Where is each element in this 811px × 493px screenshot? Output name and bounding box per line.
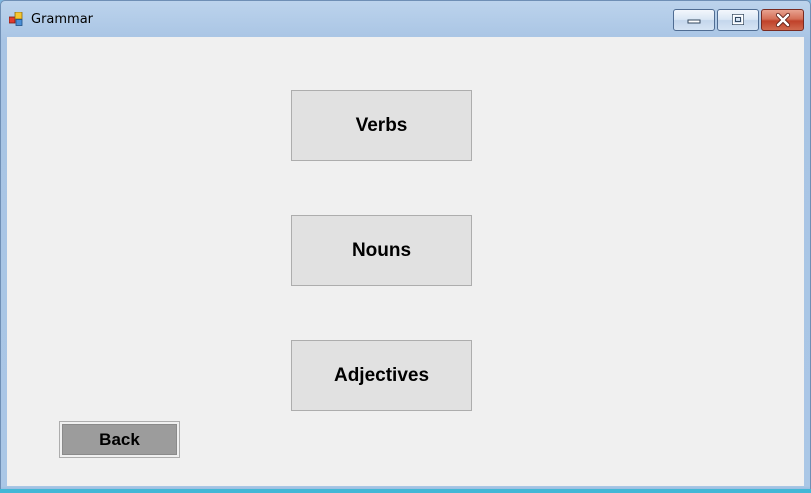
minimize-button[interactable] (673, 9, 715, 31)
nouns-button[interactable]: Nouns (291, 215, 472, 286)
grammar-window: Grammar Verbs Nouns Adjectives Back (0, 0, 811, 493)
maximize-button[interactable] (717, 9, 759, 31)
taskbar-strip (0, 489, 811, 493)
back-button[interactable]: Back (59, 421, 180, 458)
close-button[interactable] (761, 9, 804, 31)
window-title: Grammar (31, 12, 94, 27)
adjectives-button[interactable]: Adjectives (291, 340, 472, 411)
verbs-button[interactable]: Verbs (291, 90, 472, 161)
back-button-label: Back (62, 424, 177, 455)
maximize-icon (732, 14, 744, 25)
close-icon (775, 12, 790, 28)
client-area: Verbs Nouns Adjectives Back (7, 37, 804, 486)
app-window-icon (9, 12, 23, 26)
minimize-icon (687, 19, 701, 24)
title-bar[interactable]: Grammar (1, 1, 810, 37)
